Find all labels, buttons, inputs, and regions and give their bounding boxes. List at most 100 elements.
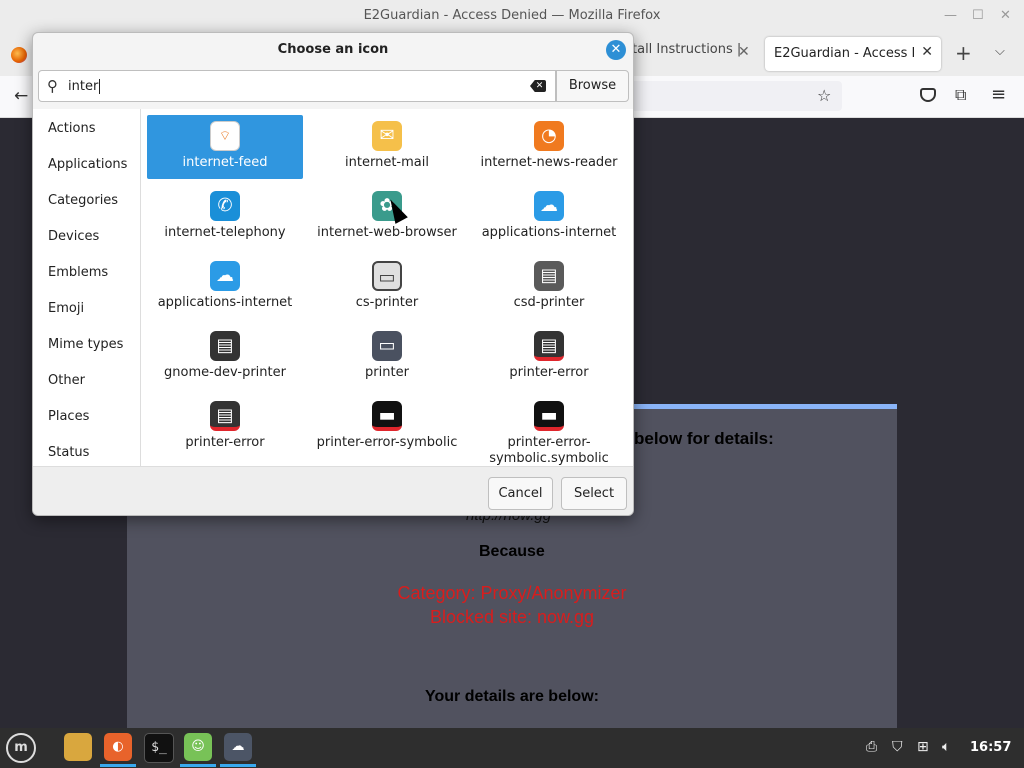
- browse-button[interactable]: Browse: [556, 70, 629, 102]
- icon-search-input[interactable]: ⚲ inter ✕: [38, 70, 556, 102]
- icon-item[interactable]: ✆ internet-telephony: [147, 185, 303, 249]
- category-places[interactable]: Places: [48, 409, 89, 424]
- rss-feed-icon: ⌔: [210, 121, 240, 151]
- shield-icon[interactable]: ⛉: [892, 739, 903, 755]
- tab-access-denied[interactable]: E2Guardian - Access Denied ✕: [765, 37, 941, 71]
- chevron-down-icon[interactable]: ⌵: [995, 44, 1005, 59]
- url-bar[interactable]: [600, 81, 842, 111]
- icon-name: applications-internet: [157, 295, 293, 310]
- minimize-icon[interactable]: —: [944, 8, 957, 23]
- category-text: Category: Proxy/Anonymizer: [397, 583, 627, 603]
- icon-item[interactable]: ✿ internet-web-browser: [309, 185, 465, 249]
- icon-item[interactable]: ▤ gnome-dev-printer: [147, 325, 303, 389]
- icon-item[interactable]: ⌔ internet-feed: [147, 115, 303, 179]
- icon-item[interactable]: ☁ applications-internet: [471, 185, 627, 249]
- icon-item[interactable]: ▭ printer: [309, 325, 465, 389]
- printer-error-icon: ▬: [372, 401, 402, 431]
- dialog-footer: Cancel Select: [33, 466, 633, 515]
- extensions-icon[interactable]: ⧉: [955, 85, 966, 105]
- phone-icon: ✆: [210, 191, 240, 221]
- bookmark-star-icon[interactable]: ☆: [817, 86, 831, 105]
- icon-name: internet-mail: [345, 155, 429, 170]
- window-title: E2Guardian - Access Denied — Mozilla Fir…: [363, 8, 661, 23]
- search-value: inter: [68, 79, 99, 94]
- update-manager-icon[interactable]: ⎙: [866, 739, 877, 755]
- icon-name: printer-error-symbolic.symbolic: [489, 435, 609, 466]
- printer-error-icon: ▤: [210, 401, 240, 431]
- icon-name: internet-feed: [182, 155, 268, 170]
- category-other[interactable]: Other: [48, 373, 85, 388]
- close-window-icon[interactable]: ✕: [1000, 8, 1011, 23]
- category-emoji[interactable]: Emoji: [48, 301, 84, 316]
- firefox-titlebar: E2Guardian - Access Denied — Mozilla Fir…: [0, 0, 1024, 33]
- icon-item[interactable]: ✉ internet-mail: [309, 115, 465, 179]
- icon-category-list: Actions Applications Categories Devices …: [33, 109, 141, 466]
- mail-envelope-icon: ✉: [372, 121, 402, 151]
- tab-install-instructions[interactable]: tall Instructions |: [632, 42, 741, 57]
- icon-name: internet-telephony: [164, 225, 286, 240]
- clock[interactable]: 16:57: [970, 740, 1011, 755]
- search-icon: ⚲: [47, 77, 58, 95]
- icon-item[interactable]: ▤ csd-printer: [471, 255, 627, 319]
- printer-icon: ▭: [372, 331, 402, 361]
- icon-item[interactable]: ☁ applications-internet: [147, 255, 303, 319]
- active-app-indicator: [220, 764, 256, 767]
- file-manager-icon[interactable]: [64, 733, 92, 761]
- icon-name: internet-news-reader: [480, 155, 618, 170]
- terminal-icon[interactable]: $_: [144, 733, 174, 763]
- active-app-indicator: [180, 764, 216, 767]
- icon-item[interactable]: ▤ printer-error: [471, 325, 627, 389]
- hamburger-menu-icon[interactable]: ≡: [991, 84, 1006, 105]
- android-icon[interactable]: ☺: [184, 733, 212, 761]
- clear-text-icon[interactable]: ✕: [530, 80, 546, 92]
- icon-item[interactable]: ◔ internet-news-reader: [471, 115, 627, 179]
- firefox-icon: [11, 47, 27, 63]
- icon-name: printer-error-symbolic: [316, 435, 458, 450]
- printer-error-icon: ▬: [534, 401, 564, 431]
- close-icon[interactable]: ✕: [606, 40, 626, 60]
- printer-error-icon: ▤: [534, 331, 564, 361]
- category-actions[interactable]: Actions: [48, 121, 96, 136]
- cloud-icon: ☁: [210, 261, 240, 291]
- close-tab-icon[interactable]: ✕: [921, 44, 933, 60]
- firefox-icon[interactable]: ◐: [104, 733, 132, 761]
- cancel-button[interactable]: Cancel: [488, 477, 553, 510]
- blocked-site-text: Blocked site: now.gg: [429, 607, 595, 627]
- icon-name: printer-error: [509, 365, 589, 380]
- cloud-icon[interactable]: ☁: [224, 733, 252, 761]
- dialog-title: Choose an icon: [277, 42, 389, 57]
- icon-grid: ⌔ internet-feed ✉ internet-mail ◔ intern…: [141, 109, 633, 466]
- printer-icon: ▤: [534, 261, 564, 291]
- icon-name: printer: [365, 365, 409, 380]
- category-applications[interactable]: Applications: [48, 157, 127, 172]
- network-icon[interactable]: ⊞: [917, 739, 929, 755]
- select-button[interactable]: Select: [561, 477, 627, 510]
- category-devices[interactable]: Devices: [48, 229, 99, 244]
- icon-item[interactable]: ▬ printer-error-symbolic: [309, 395, 465, 459]
- volume-icon[interactable]: 🔈︎: [942, 739, 950, 755]
- icon-name: cs-printer: [355, 295, 419, 310]
- rss-orange-icon: ◔: [534, 121, 564, 151]
- maximize-icon[interactable]: ☐: [972, 8, 984, 23]
- category-emblems[interactable]: Emblems: [48, 265, 108, 280]
- details-heading: below for details:: [634, 429, 774, 448]
- icon-item[interactable]: ▤ printer-error: [147, 395, 303, 459]
- back-arrow-icon[interactable]: ←: [14, 86, 28, 106]
- printer-icon: ▤: [210, 331, 240, 361]
- category-status[interactable]: Status: [48, 445, 89, 460]
- tab-label: E2Guardian - Access Denied: [774, 46, 914, 61]
- cloud-icon: ☁: [534, 191, 564, 221]
- close-tab-icon[interactable]: ✕: [738, 44, 750, 60]
- icon-item[interactable]: ▭ cs-printer: [309, 255, 465, 319]
- your-details-heading: Your details are below:: [425, 688, 599, 705]
- category-categories[interactable]: Categories: [48, 193, 118, 208]
- icon-name: applications-internet: [481, 225, 617, 240]
- mint-menu-icon[interactable]: m: [6, 733, 36, 763]
- active-app-indicator: [100, 764, 136, 767]
- choose-icon-dialog: Choose an icon ✕ ⚲ inter ✕ Browse Action…: [32, 32, 634, 516]
- icon-name: gnome-dev-printer: [164, 365, 286, 380]
- because-label: Because: [479, 543, 545, 560]
- icon-item[interactable]: ▬ printer-error-symbolic.symbolic: [471, 395, 627, 466]
- category-mime-types[interactable]: Mime types: [48, 337, 123, 352]
- new-tab-icon[interactable]: +: [955, 42, 972, 64]
